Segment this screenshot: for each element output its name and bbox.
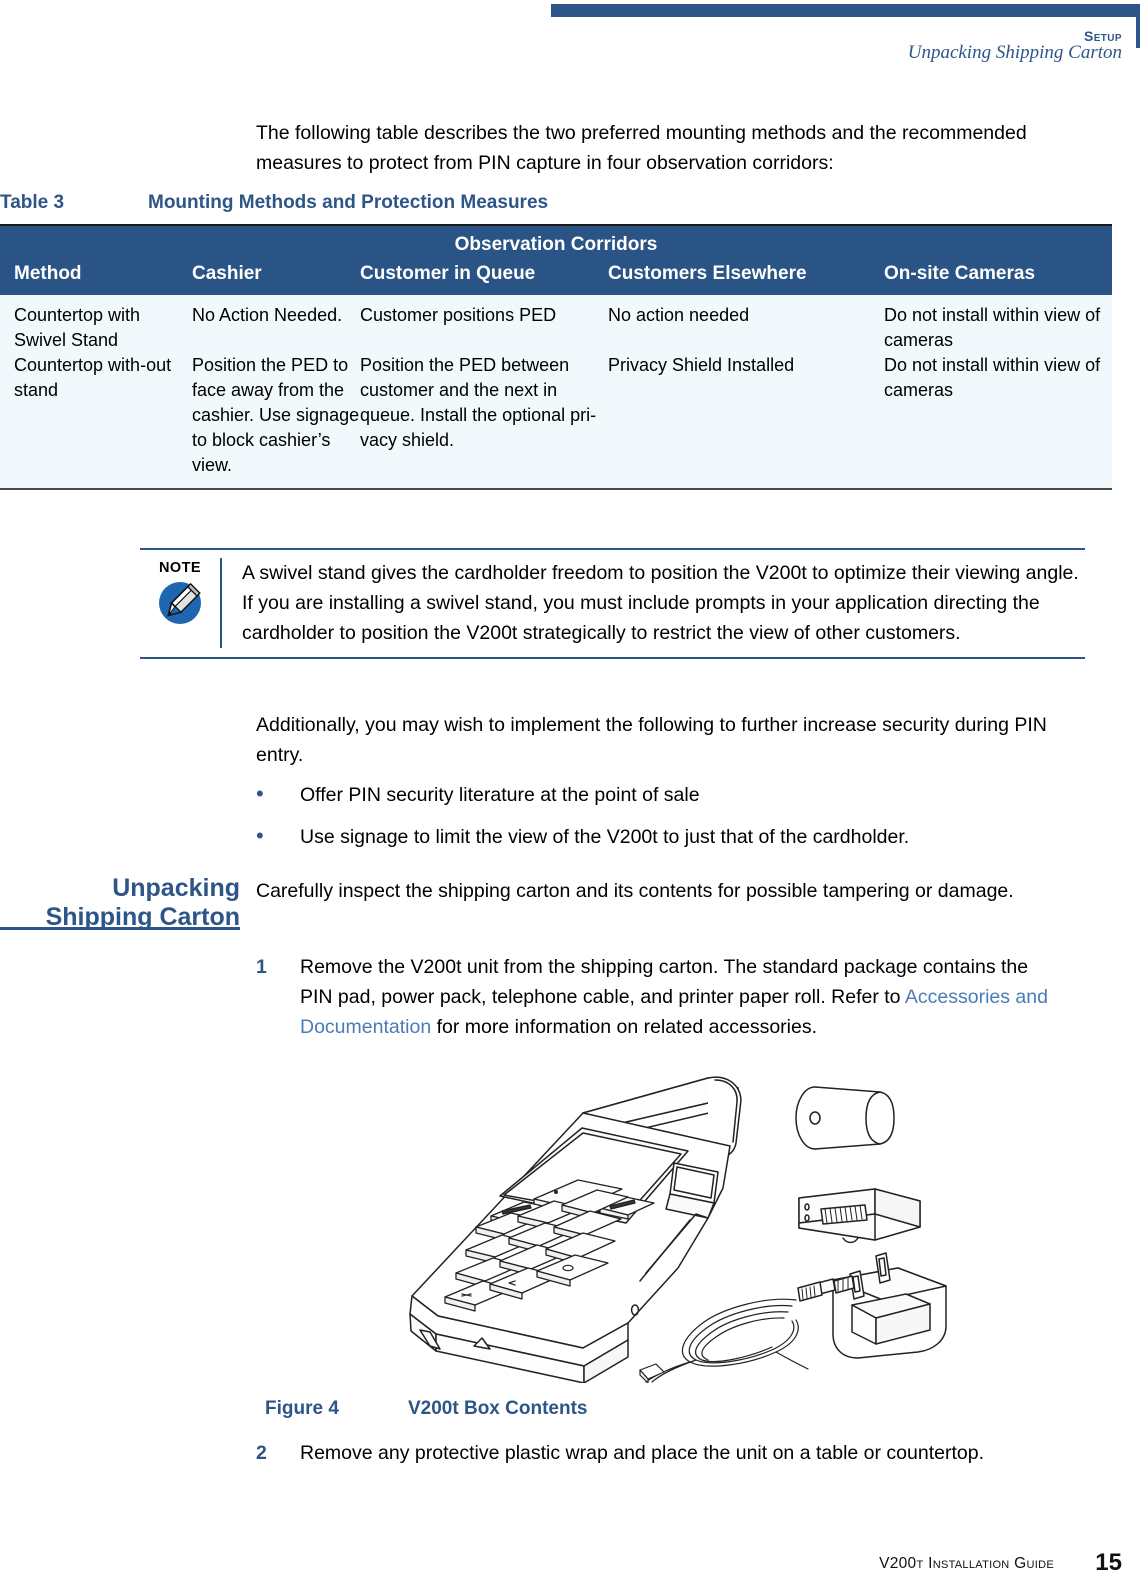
step-number: 2: [256, 1442, 267, 1464]
bullet-icon: •: [256, 781, 264, 806]
additional-paragraph: Additionally, you may wish to implement …: [256, 714, 1047, 766]
mounting-methods-table: Observation Corridors Method Cashier Cus…: [0, 224, 1112, 490]
table-cell-cashier: No Action Needed.: [192, 305, 343, 325]
table-cell-customer-in-queue: Position the PED between customer and th…: [360, 355, 597, 450]
step-number: 1: [256, 956, 267, 978]
table-cell-customer-in-queue: Customer positions PED: [360, 305, 557, 325]
header-accent-bar: [551, 4, 1139, 17]
table-caption: Table 3 Mounting Methods and Protection M…: [0, 192, 548, 214]
table-col-header-customer-in-queue: Customer in Queue: [360, 263, 536, 284]
footer-guide-name: V200t Installation Guide: [879, 1555, 1054, 1572]
table-col-header-cashier: Cashier: [192, 263, 262, 284]
table-cell-method: Countertop with-out stand: [14, 355, 172, 400]
table-col-header-customers-elsewhere: Customers Elsewhere: [608, 263, 807, 284]
intro-paragraph: The following table describes the two pr…: [256, 122, 1027, 174]
figure-caption-title: V200t Box Contents: [408, 1398, 588, 1419]
step-item-1: 1 Remove the V200t unit from the shippin…: [256, 952, 1056, 1042]
table-col-header-onsite-cameras: On-site Cameras: [884, 263, 1036, 284]
bullet-icon: •: [256, 823, 264, 848]
table-column-header-row: Method Cashier Customer in Queue Custome…: [0, 263, 1112, 295]
table-bottom-rule: [0, 488, 1112, 490]
table-cell-method: Countertop with Swivel Stand: [14, 305, 141, 350]
list-item: • Offer PIN security literature at the p…: [256, 780, 1066, 810]
table-group-header: Observation Corridors: [454, 234, 658, 255]
figure-v200t-box-contents: [378, 1068, 978, 1384]
section-heading-rule: [0, 927, 240, 930]
table-cell-customers-elsewhere: Privacy Shield Installed: [608, 355, 795, 375]
table-cell-cashier: Position the PED to face away from the c…: [192, 355, 360, 475]
section-heading: Unpacking Shipping Carton: [0, 874, 240, 932]
pencil-icon: [140, 578, 220, 633]
step-item-2: 2 Remove any protective plastic wrap and…: [256, 1438, 1056, 1468]
table-row: Countertop with Swivel Stand No Action N…: [0, 295, 1112, 353]
note-text: A swivel stand gives the cardholder free…: [242, 562, 1079, 644]
list-item-label: Offer PIN security literature at the poi…: [300, 784, 700, 806]
list-item-label: Use signage to limit the view of the V20…: [300, 826, 910, 848]
step-text-part2: for more information on related accessor…: [431, 1016, 818, 1038]
note-callout: NOTE A swivel stand gives the cardholder…: [140, 548, 1085, 659]
table-cell-customers-elsewhere: No action needed: [608, 305, 750, 325]
note-label: NOTE: [159, 560, 201, 576]
table-caption-title: Mounting Methods and Protection Measures: [148, 192, 549, 213]
table-header: Observation Corridors Method Cashier Cus…: [0, 226, 1112, 295]
figure-caption: Figure 4 V200t Box Contents: [265, 1398, 587, 1420]
section-heading-line1: Unpacking: [112, 874, 240, 902]
header-accent-tick: [1136, 4, 1140, 48]
step-text: Remove any protective plastic wrap and p…: [300, 1442, 984, 1464]
note-bottom-rule: [140, 657, 1085, 659]
figure-caption-number: Figure 4: [265, 1398, 339, 1419]
table-col-header-method: Method: [14, 263, 82, 284]
step-text: Remove the V200t unit from the shipping …: [300, 952, 1056, 1042]
table-cell-onsite-cameras: Do not install within view of cameras: [884, 355, 1101, 400]
security-bullet-list: • Offer PIN security literature at the p…: [256, 780, 1066, 864]
note-gutter: NOTE: [140, 558, 222, 648]
table-row: Countertop with-out stand Position the P…: [0, 353, 1112, 488]
table-caption-number: Table 3: [0, 192, 65, 213]
table-cell-onsite-cameras: Do not install within view of cameras: [884, 305, 1101, 350]
page-number: 15: [1095, 1549, 1122, 1576]
header-section: Unpacking Shipping Carton: [907, 42, 1122, 63]
list-item: • Use signage to limit the view of the V…: [256, 822, 1066, 852]
steps-intro-paragraph: Carefully inspect the shipping carton an…: [256, 880, 1014, 902]
